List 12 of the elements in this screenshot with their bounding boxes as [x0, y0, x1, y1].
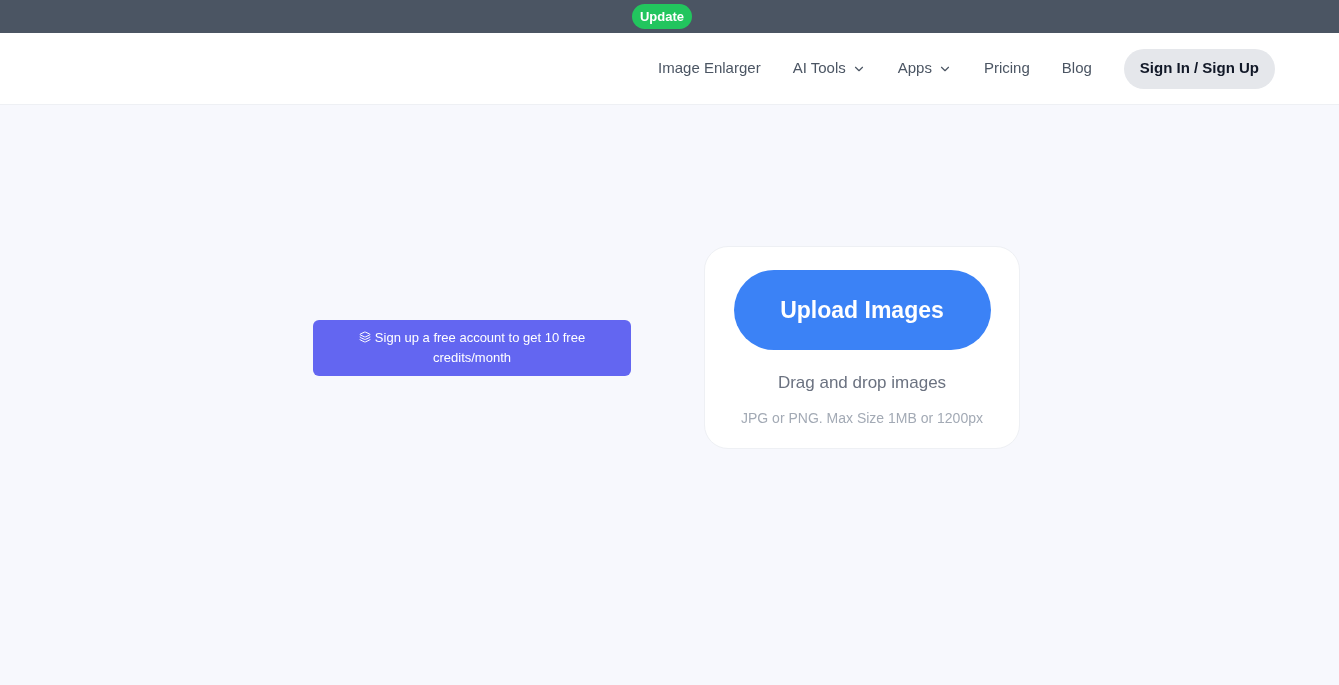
nav-link[interactable]: Apps: [897, 57, 952, 80]
promo-text: Sign up a free account to get 10 free credits/month: [329, 327, 615, 368]
promo-banner[interactable]: Sign up a free account to get 10 free credits/month: [313, 319, 631, 376]
file-note: JPG or PNG. Max Size 1MB or 1200px: [741, 408, 983, 428]
drag-hint: Drag and drop images: [777, 372, 947, 394]
nav-link[interactable]: AI Tools: [792, 57, 866, 80]
nav-link[interactable]: Image Enlarger: [658, 57, 761, 80]
nav-link[interactable]: Blog: [1061, 57, 1092, 80]
layers-icon: [358, 331, 371, 344]
upload-button[interactable]: Upload Images: [733, 270, 991, 350]
sign-in-button[interactable]: Sign In / Sign Up: [1123, 48, 1275, 89]
nav-link[interactable]: Pricing: [983, 57, 1030, 80]
